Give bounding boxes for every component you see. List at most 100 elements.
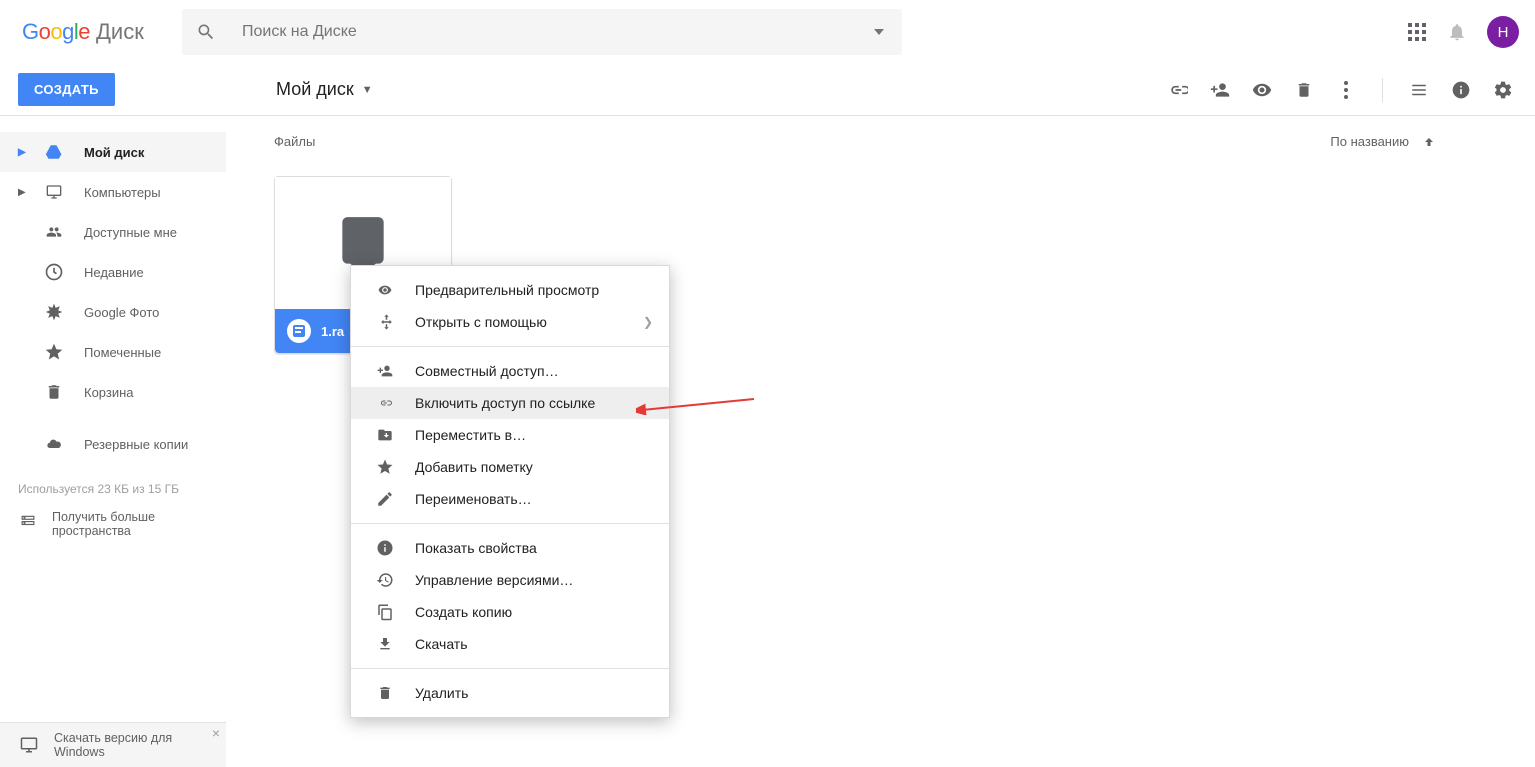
star-icon: [375, 457, 395, 477]
settings-icon[interactable]: [1493, 80, 1513, 100]
arrow-up-icon: [1423, 135, 1435, 149]
upsell-storage[interactable]: Получить больше пространства: [0, 510, 226, 538]
ctx-share[interactable]: Совместный доступ…: [351, 355, 669, 387]
create-button[interactable]: СОЗДАТЬ: [18, 73, 115, 106]
section-title: Файлы: [274, 134, 315, 149]
sidebar-item-photos[interactable]: ▶ Google Фото: [0, 292, 226, 332]
get-link-icon[interactable]: [1168, 80, 1188, 100]
drive-icon: [44, 142, 64, 162]
search-options-caret-icon[interactable]: [870, 25, 888, 39]
toolbar: СОЗДАТЬ Мой диск ▼: [0, 64, 1535, 116]
sidebar-item-backups[interactable]: ▶ Резервные копии: [0, 424, 226, 464]
sidebar-item-label: Компьютеры: [84, 185, 161, 200]
ctx-details[interactable]: Показать свойства: [351, 532, 669, 564]
toolbar-actions: [1168, 78, 1535, 102]
delete-icon: [375, 683, 395, 703]
delete-icon[interactable]: [1294, 80, 1314, 100]
list-view-icon[interactable]: [1409, 80, 1429, 100]
ctx-open-with[interactable]: Открыть с помощью ❯: [351, 306, 669, 338]
ctx-label: Добавить пометку: [415, 459, 533, 475]
sidebar-item-computers[interactable]: ▶ Компьютеры: [0, 172, 226, 212]
sidebar-item-label: Корзина: [84, 385, 134, 400]
ctx-label: Совместный доступ…: [415, 363, 559, 379]
expand-icon[interactable]: ▶: [18, 187, 24, 198]
download-icon: [375, 634, 395, 654]
avatar[interactable]: Н: [1487, 16, 1519, 48]
separator: [1382, 78, 1383, 102]
breadcrumb-label: Мой диск: [276, 79, 354, 100]
ctx-label: Переименовать…: [415, 491, 532, 507]
sidebar-item-label: Доступные мне: [84, 225, 177, 240]
ctx-copy[interactable]: Создать копию: [351, 596, 669, 628]
file-name: 1.ra: [321, 324, 344, 339]
storage-icon: [18, 514, 38, 534]
computer-icon: [44, 182, 64, 202]
clock-icon: [44, 262, 64, 282]
chevron-right-icon: ❯: [643, 315, 653, 329]
google-logo: Google: [22, 19, 90, 45]
sidebar-item-starred[interactable]: ▶ Помеченные: [0, 332, 226, 372]
ctx-label: Удалить: [415, 685, 468, 701]
search-icon: [196, 22, 216, 42]
ctx-get-link[interactable]: Включить доступ по ссылке: [351, 387, 669, 419]
ctx-delete[interactable]: Удалить: [351, 677, 669, 709]
ctx-move[interactable]: Переместить в…: [351, 419, 669, 451]
ctx-label: Скачать: [415, 636, 468, 652]
folder-move-icon: [375, 425, 395, 445]
ctx-versions[interactable]: Управление версиями…: [351, 564, 669, 596]
ctx-label: Открыть с помощью: [415, 314, 547, 330]
link-icon: [375, 393, 395, 413]
upsell-label: Получить больше пространства: [52, 510, 208, 538]
history-icon: [375, 570, 395, 590]
sidebar-item-label: Помеченные: [84, 345, 161, 360]
ctx-label: Включить доступ по ссылке: [415, 395, 595, 411]
sidebar-item-my-drive[interactable]: ▶ Мой диск: [0, 132, 226, 172]
apps-grid-icon[interactable]: [1407, 22, 1427, 42]
trash-icon: [44, 382, 64, 402]
search-bar[interactable]: [182, 9, 902, 55]
sidebar-item-label: Google Фото: [84, 305, 159, 320]
search-input[interactable]: [242, 23, 870, 41]
create-cell: СОЗДАТЬ: [0, 73, 276, 106]
download-banner[interactable]: × Скачать версию для Windows: [0, 722, 226, 767]
ctx-label: Показать свойства: [415, 540, 537, 556]
preview-icon[interactable]: [1252, 80, 1272, 100]
star-icon: [44, 342, 64, 362]
ctx-star[interactable]: Добавить пометку: [351, 451, 669, 483]
separator: [351, 668, 669, 669]
more-icon[interactable]: [1336, 80, 1356, 100]
sidebar-item-label: Резервные копии: [84, 437, 188, 452]
sidebar-item-shared[interactable]: ▶ Доступные мне: [0, 212, 226, 252]
file-type-icon: [287, 319, 311, 343]
logo[interactable]: Google Диск: [22, 19, 182, 45]
download-banner-label: Скачать версию для Windows: [54, 731, 208, 759]
header: Google Диск Н: [0, 0, 1535, 64]
ctx-label: Управление версиями…: [415, 572, 573, 588]
expand-icon[interactable]: ▶: [18, 147, 24, 158]
sidebar-item-label: Недавние: [84, 265, 144, 280]
storage-text: Используется 23 КБ из 15 ГБ: [0, 464, 226, 510]
share-icon[interactable]: [1210, 80, 1230, 100]
info-icon[interactable]: [1451, 80, 1471, 100]
breadcrumb[interactable]: Мой диск ▼: [276, 79, 373, 100]
ctx-label: Предварительный просмотр: [415, 282, 599, 298]
ctx-rename[interactable]: Переименовать…: [351, 483, 669, 515]
ctx-label: Переместить в…: [415, 427, 526, 443]
people-icon: [44, 222, 64, 242]
separator: [351, 523, 669, 524]
sidebar-item-recent[interactable]: ▶ Недавние: [0, 252, 226, 292]
copy-icon: [375, 602, 395, 622]
close-icon[interactable]: ×: [212, 725, 220, 741]
sort-button[interactable]: По названию: [1330, 134, 1435, 149]
sidebar-item-label: Мой диск: [84, 145, 144, 160]
ctx-download[interactable]: Скачать: [351, 628, 669, 660]
sidebar: ▶ Мой диск ▶ Компьютеры ▶ Доступные мне …: [0, 116, 226, 767]
sidebar-item-trash[interactable]: ▶ Корзина: [0, 372, 226, 412]
info-icon: [375, 538, 395, 558]
photos-icon: [44, 302, 64, 322]
ctx-preview[interactable]: Предварительный просмотр: [351, 274, 669, 306]
ctx-label: Создать копию: [415, 604, 512, 620]
separator: [351, 346, 669, 347]
header-actions: Н: [1407, 16, 1519, 48]
notifications-icon[interactable]: [1447, 22, 1467, 42]
